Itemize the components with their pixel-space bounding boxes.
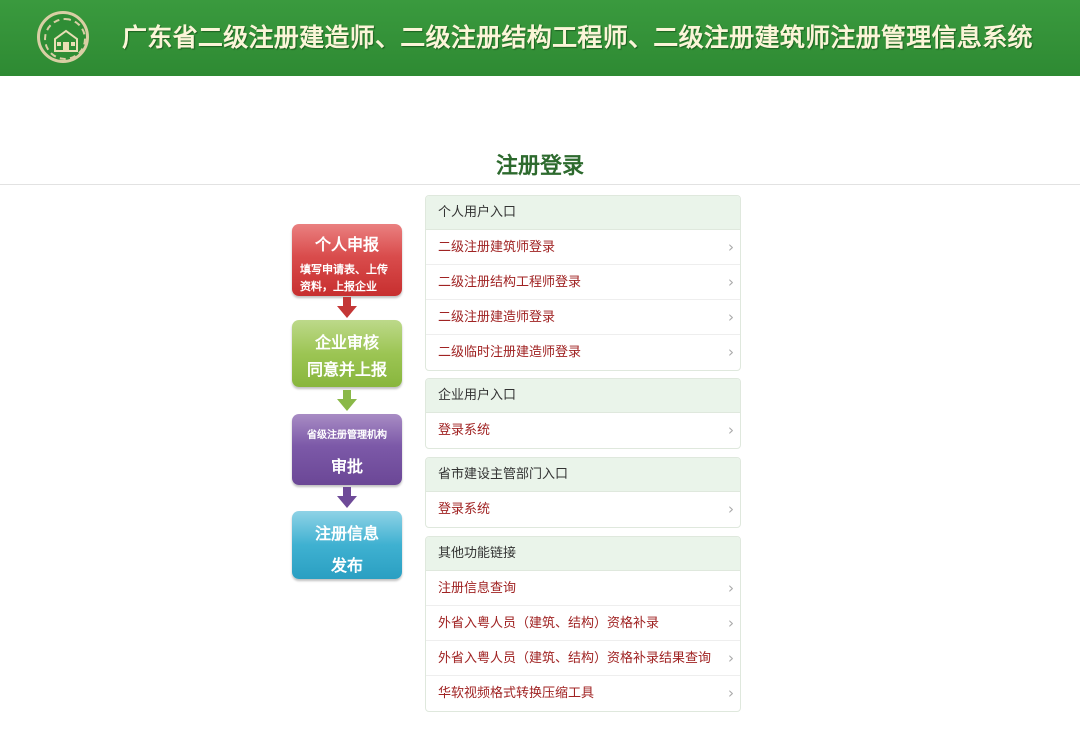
panel-authority-entry: 省市建设主管部门入口 登录系统 › bbox=[425, 457, 741, 528]
arrow-down-icon bbox=[337, 297, 357, 318]
link-label: 登录系统 bbox=[438, 423, 491, 438]
chevron-right-icon: › bbox=[728, 273, 734, 291]
chevron-right-icon: › bbox=[728, 500, 734, 518]
link-supplement-result-query[interactable]: 外省入粤人员（建筑、结构）资格补录结果查询 › bbox=[426, 641, 740, 676]
chevron-right-icon: › bbox=[728, 579, 734, 597]
chevron-right-icon: › bbox=[728, 238, 734, 256]
link-authority-login[interactable]: 登录系统 › bbox=[426, 492, 740, 527]
chevron-right-icon: › bbox=[728, 684, 734, 702]
flow-step-title: 注册信息 bbox=[314, 524, 379, 543]
link-label: 华软视频格式转换压缩工具 bbox=[438, 686, 595, 701]
panel-personal-entry: 个人用户入口 二级注册建筑师登录 › 二级注册结构工程师登录 › 二级注册建造师登录… bbox=[425, 195, 741, 371]
divider bbox=[0, 184, 1080, 185]
flow-step-title: 企业审核 bbox=[314, 333, 379, 352]
link-constructor-login[interactable]: 二级注册建造师登录 › bbox=[426, 300, 740, 335]
chevron-right-icon: › bbox=[728, 421, 734, 439]
link-company-login[interactable]: 登录系统 › bbox=[426, 413, 740, 448]
arrow-down-icon bbox=[337, 390, 357, 411]
link-label: 注册信息查询 bbox=[438, 581, 517, 596]
flow-step-desc: 同意并上报 bbox=[306, 360, 387, 379]
flow-step-publish: 注册信息 发布 bbox=[292, 511, 402, 579]
link-label: 登录系统 bbox=[438, 502, 491, 517]
panel-header: 其他功能链接 bbox=[426, 537, 740, 571]
link-label: 二级注册结构工程师登录 bbox=[438, 275, 582, 290]
arrow-down-icon bbox=[337, 487, 357, 508]
panel-header: 省市建设主管部门入口 bbox=[426, 458, 740, 492]
link-video-converter-tool[interactable]: 华软视频格式转换压缩工具 › bbox=[426, 676, 740, 711]
link-architect-login[interactable]: 二级注册建筑师登录 › bbox=[426, 230, 740, 265]
panel-company-entry: 企业用户入口 登录系统 › bbox=[425, 378, 741, 449]
flow-step-desc: 发布 bbox=[330, 556, 363, 575]
link-label: 外省入粤人员（建筑、结构）资格补录 bbox=[438, 616, 660, 631]
chevron-right-icon: › bbox=[728, 308, 734, 326]
system-title: 广东省二级注册建造师、二级注册结构工程师、二级注册建筑师注册管理信息系统 bbox=[122, 23, 1033, 52]
link-label: 二级注册建造师登录 bbox=[438, 310, 556, 325]
flow-step-province: 省级注册管理机构 审批 bbox=[292, 414, 402, 485]
chevron-right-icon: › bbox=[728, 649, 734, 667]
link-label: 二级临时注册建造师登录 bbox=[438, 345, 582, 360]
link-structural-engineer-login[interactable]: 二级注册结构工程师登录 › bbox=[426, 265, 740, 300]
flow-step-title: 省级注册管理机构 bbox=[307, 430, 387, 441]
link-label: 外省入粤人员（建筑、结构）资格补录结果查询 bbox=[438, 651, 712, 666]
emblem-logo bbox=[37, 11, 89, 63]
panel-header: 企业用户入口 bbox=[426, 379, 740, 413]
panel-header: 个人用户入口 bbox=[426, 196, 740, 230]
panel-other-links: 其他功能链接 注册信息查询 › 外省入粤人员（建筑、结构）资格补录 › 外省入粤人员… bbox=[425, 536, 741, 712]
flow-step-personal: 个人申报 填写申请表、上传资料，上报企业 bbox=[292, 224, 402, 296]
flow-step-title: 个人申报 bbox=[314, 235, 379, 254]
link-temp-constructor-login[interactable]: 二级临时注册建造师登录 › bbox=[426, 335, 740, 370]
building-icon bbox=[54, 29, 78, 52]
chevron-right-icon: › bbox=[728, 614, 734, 632]
flow-step-desc: 审批 bbox=[330, 457, 363, 476]
link-label: 二级注册建筑师登录 bbox=[438, 240, 556, 255]
chevron-right-icon: › bbox=[728, 343, 734, 361]
flow-step-desc: 填写申请表、上传资料，上报企业 bbox=[300, 263, 388, 293]
link-registration-query[interactable]: 注册信息查询 › bbox=[426, 571, 740, 606]
link-qualification-supplement[interactable]: 外省入粤人员（建筑、结构）资格补录 › bbox=[426, 606, 740, 641]
header-bar: 广东省二级注册建造师、二级注册结构工程师、二级注册建筑师注册管理信息系统 bbox=[0, 0, 1080, 76]
flow-step-company: 企业审核 同意并上报 bbox=[292, 320, 402, 387]
page-title: 注册登录 bbox=[495, 154, 584, 179]
